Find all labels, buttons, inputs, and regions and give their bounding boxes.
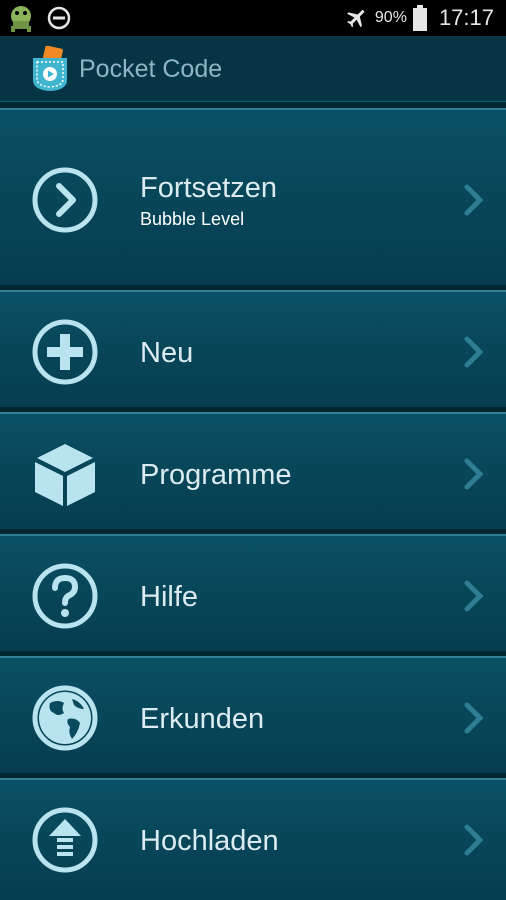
menu-item-programs[interactable]: Programme bbox=[0, 412, 506, 534]
chevron-right-icon bbox=[464, 184, 484, 216]
menu-item-label: Neu bbox=[140, 337, 194, 369]
cube-icon bbox=[35, 444, 95, 506]
menu-item-subtitle: Bubble Level bbox=[140, 209, 245, 229]
battery-percent: 90% bbox=[374, 9, 407, 26]
menu-item-label: Fortsetzen bbox=[140, 172, 277, 204]
chevron-right-icon bbox=[464, 824, 484, 856]
android-debug-icon bbox=[11, 6, 31, 32]
menu-item-help[interactable]: Hilfe bbox=[0, 534, 506, 656]
pocket-code-logo-icon[interactable] bbox=[30, 46, 70, 92]
status-bar: 90% 17:17 bbox=[0, 0, 506, 36]
chevron-right-icon bbox=[464, 580, 484, 612]
menu-item-upload[interactable]: Hochladen bbox=[0, 778, 506, 900]
chevron-right-icon bbox=[464, 336, 484, 368]
app-bar: Pocket Code bbox=[0, 36, 506, 102]
menu-item-label: Hochladen bbox=[140, 825, 279, 857]
menu-item-label: Erkunden bbox=[140, 703, 265, 735]
menu-item-new[interactable]: Neu bbox=[0, 290, 506, 412]
menu-item-continue[interactable]: Fortsetzen Bubble Level bbox=[0, 108, 506, 290]
globe-icon bbox=[32, 685, 98, 751]
help-question-icon bbox=[32, 563, 98, 629]
battery-icon bbox=[412, 5, 427, 31]
menu-item-label: Programme bbox=[140, 459, 292, 491]
do-not-disturb-icon bbox=[47, 6, 71, 30]
app-title: Pocket Code bbox=[79, 55, 223, 83]
chevron-right-icon bbox=[464, 702, 484, 734]
upload-icon bbox=[32, 807, 98, 873]
clock: 17:17 bbox=[438, 5, 494, 30]
menu-item-label: Hilfe bbox=[140, 581, 199, 613]
plus-circle-icon bbox=[32, 319, 98, 385]
menu-item-explore[interactable]: Erkunden bbox=[0, 656, 506, 778]
airplane-mode-icon bbox=[347, 10, 365, 28]
chevron-right-icon bbox=[464, 458, 484, 490]
continue-arrow-icon bbox=[32, 167, 98, 233]
